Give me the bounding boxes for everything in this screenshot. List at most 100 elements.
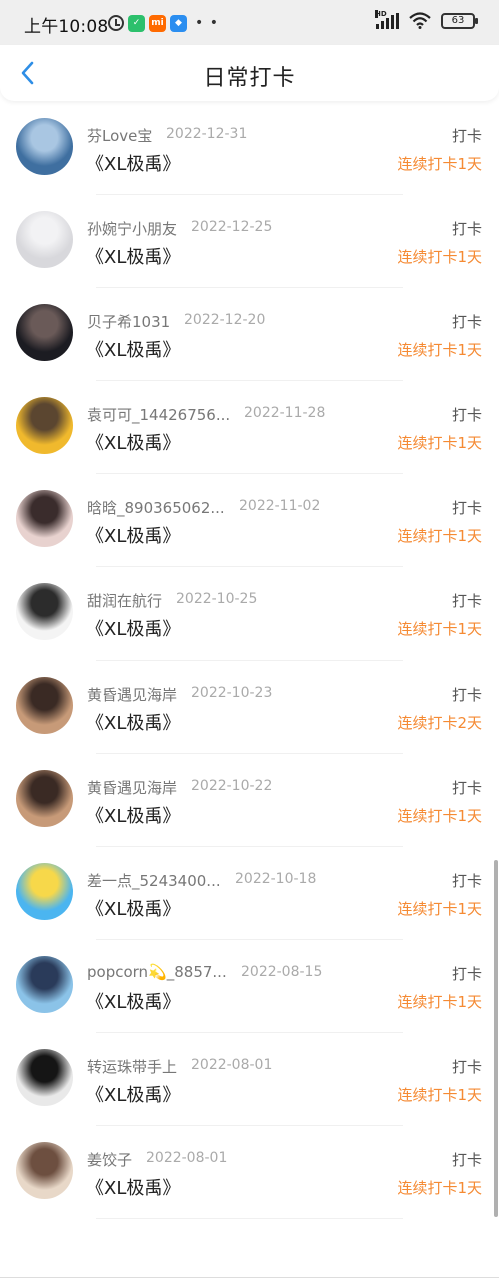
checkin-date: 2022-11-28	[244, 405, 326, 422]
list-item[interactable]: 姜饺子 2022-08-01 《XL极禹》 打卡 连续打卡1天	[0, 1126, 499, 1220]
book-title: 《XL极禹》	[86, 898, 181, 920]
book-title: 《XL极禹》	[86, 340, 181, 362]
checkin-date: 2022-10-25	[176, 591, 258, 608]
avatar[interactable]	[16, 1048, 73, 1106]
status-bar: 上午10:08 ✓ mi ◆ • • HD 63	[0, 0, 499, 45]
list-item[interactable]: 芬Love宝 2022-12-31 《XL极禹》 打卡连续打卡1天	[0, 102, 499, 196]
streak-label: 连续打卡1天	[397, 155, 482, 173]
checkin-label: 打卡	[451, 964, 482, 983]
checkin-date: 2022-11-02	[239, 498, 321, 515]
avatar[interactable]	[16, 118, 73, 175]
alarm-icon	[108, 15, 124, 31]
list-item[interactable]: 晗晗_890365062... 2022-11-02 《XL极禹》 打卡 连续打卡1天	[0, 474, 499, 568]
status-right: HD 63	[375, 9, 478, 29]
checkin-label: 打卡	[451, 778, 482, 797]
checkin-date: 2022-08-15	[241, 963, 323, 980]
avatar[interactable]	[16, 583, 73, 641]
checkin-label: 打卡	[451, 220, 482, 239]
mi-icon: mi	[149, 14, 166, 32]
checkin-label: 打卡	[451, 1057, 482, 1076]
avatar[interactable]	[16, 397, 73, 455]
header-bar: 日常打卡	[0, 45, 499, 101]
checkin-date: 2022-08-01	[146, 1150, 228, 1167]
scrollbar[interactable]	[494, 860, 498, 1217]
checkin-date: 2022-10-18	[235, 870, 317, 887]
status-time: 上午10:08	[24, 17, 109, 37]
book-title: 《XL极禹》	[86, 433, 181, 455]
bottom-divider	[0, 1277, 499, 1278]
avatar[interactable]	[16, 304, 73, 362]
book-title: 《XL极禹》	[86, 1084, 181, 1106]
list-item[interactable]: 黄昏遇见海岸 2022-10-22 《XL极禹》 打卡连续打卡1天	[0, 754, 499, 847]
page-title: 日常打卡	[203, 66, 296, 91]
list-item[interactable]: 孙婉宁小朋友 2022-12-25 《XL极禹》 打卡连续打卡1天	[0, 195, 499, 289]
checkin-label: 打卡	[451, 592, 482, 611]
checkin-date: 2022-10-23	[191, 684, 273, 701]
streak-label: 连续打卡2天	[397, 713, 482, 732]
battery-icon: 63	[441, 12, 478, 29]
more-notifications-icon: • •	[195, 15, 219, 31]
checkin-label: 打卡	[451, 313, 482, 332]
book-title: 《XL极禹》	[86, 619, 181, 641]
checkin-label: 打卡	[451, 1151, 482, 1170]
book-title: 《XL极禹》	[86, 991, 181, 1013]
streak-label: 连续打卡1天	[397, 806, 482, 825]
app-icon: ◆	[170, 14, 187, 32]
streak-label: 连续打卡1天	[397, 434, 482, 453]
user-name: 黄昏遇见海岸	[87, 685, 178, 704]
list-item[interactable]: 甜润在航行 2022-10-25 《XL极禹》 打卡连续打卡1天	[0, 567, 499, 661]
list-item[interactable]: 转运珠带手上 2022-08-01 《XL极禹》 打卡连续打卡1天	[0, 1033, 499, 1127]
checkin-list[interactable]: 芬Love宝 2022-12-31 《XL极禹》 打卡 连续打卡1天 孙婉宁小朋友 2022…	[0, 102, 499, 1220]
streak-label: 连续打卡1天	[397, 248, 482, 267]
streak-label: 连续打卡1天	[397, 992, 482, 1011]
checkin-date: 2022-12-20	[184, 312, 266, 329]
user-name: 差一点_5243400...	[87, 871, 221, 890]
checkin-label: 打卡	[451, 499, 482, 518]
avatar[interactable]	[16, 1142, 73, 1200]
list-item[interactable]: popcorn💫_8857... 2022-08-15 《XL极禹》 打卡连续打卡1天	[0, 940, 499, 1034]
list-item[interactable]: 差一点_5243400... 2022-10-18 《XL极禹》 打卡连续打卡1天	[0, 847, 499, 940]
avatar[interactable]	[16, 211, 73, 269]
streak-label: 连续打卡1天	[397, 1179, 482, 1198]
list-item[interactable]: 袁可可_14426756... 2022-11-28 《XL极禹》 打卡连续打卡1天	[0, 381, 499, 475]
avatar[interactable]	[16, 769, 73, 827]
checkin-date: 2022-12-25	[191, 219, 273, 236]
user-name: 孙婉宁小朋友	[87, 220, 178, 239]
checkin-date: 2022-10-22	[191, 777, 273, 794]
user-name: popcorn💫_8857...	[87, 962, 227, 981]
avatar[interactable]	[16, 676, 73, 734]
checkin-date: 2022-12-31	[166, 126, 248, 142]
wechat-icon: ✓	[128, 14, 145, 32]
list-item[interactable]: 贝子希1031 2022-12-20 《XL极禹》 打卡连续打卡1天	[0, 288, 499, 382]
user-name: 芬Love宝	[87, 127, 153, 145]
avatar[interactable]	[16, 862, 73, 920]
hd-label: HD	[375, 9, 387, 18]
signal-icon: HD	[375, 9, 399, 29]
book-title: 《XL极禹》	[86, 247, 181, 269]
avatar[interactable]	[16, 955, 73, 1013]
user-name: 甜润在航行	[87, 592, 163, 611]
user-name: 袁可可_14426756...	[87, 406, 231, 425]
streak-label: 连续打卡1天	[397, 620, 482, 639]
status-icons: ✓ mi ◆ • •	[108, 14, 219, 32]
book-title: 《XL极禹》	[86, 805, 181, 827]
avatar[interactable]	[16, 490, 73, 548]
checkin-label: 打卡	[451, 127, 482, 145]
book-title: 《XL极禹》	[86, 712, 181, 734]
streak-label: 连续打卡1天	[397, 527, 482, 546]
user-name: 黄昏遇见海岸	[87, 778, 178, 797]
checkin-label: 打卡	[451, 871, 482, 890]
checkin-label: 打卡	[451, 406, 482, 425]
checkin-date: 2022-08-01	[191, 1056, 273, 1073]
streak-label: 连续打卡1天	[397, 899, 482, 918]
user-name: 转运珠带手上	[87, 1057, 178, 1076]
list-item[interactable]: 黄昏遇见海岸 2022-10-23 《XL极禹》 打卡连续打卡2天	[0, 661, 499, 754]
checkin-label: 打卡	[451, 685, 482, 704]
wifi-icon	[409, 12, 431, 29]
user-name: 晗晗_890365062...	[87, 499, 225, 518]
streak-label: 连续打卡1天	[397, 1085, 482, 1104]
book-title: 《XL极禹》	[86, 154, 181, 175]
user-name: 贝子希1031	[87, 313, 171, 332]
streak-label: 连续打卡1天	[397, 341, 482, 360]
user-name: 姜饺子	[87, 1151, 133, 1170]
